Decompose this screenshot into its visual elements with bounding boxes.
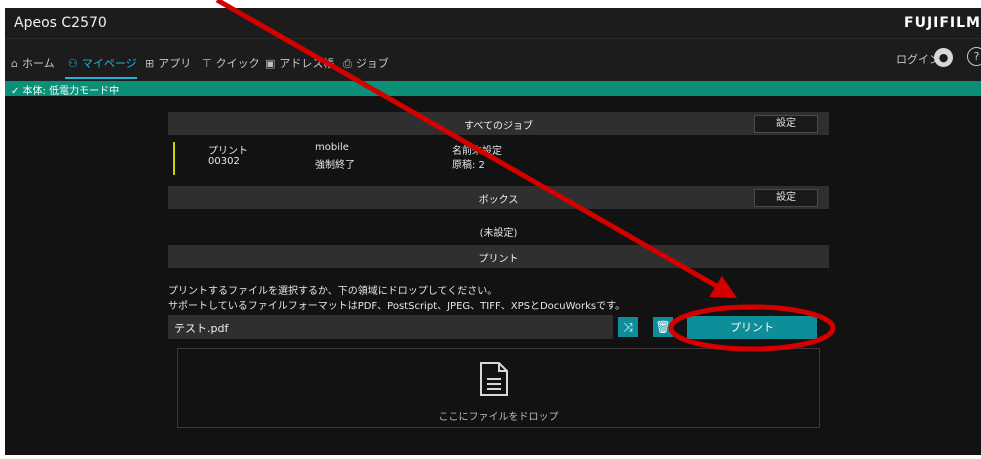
box-settings-button[interactable]: 設定 [754,189,818,207]
help-icon[interactable]: ? [967,47,981,66]
brand-logo: FUJIFILM [904,15,981,31]
job-type: プリント [208,146,248,157]
supported-formats: サポートしているファイルフォーマットはPDF、PostScript、JPEG、T… [168,301,626,312]
print-button[interactable]: プリント [687,316,817,339]
nav-jobs-label: ジョブ [355,57,389,70]
nav-address-book[interactable]: ▣ アドレス帳 [265,55,334,71]
nav-apps-label: アプリ [158,57,192,70]
nav-mypage[interactable]: ⚇ マイページ [68,55,137,71]
nav-apps[interactable]: ⊞ アプリ [145,55,191,71]
nav-jobs[interactable]: ⎙ ジョブ [343,55,389,71]
shuffle-icon[interactable]: ⤨ [618,317,638,337]
nav-quick-label: クイック [215,57,260,70]
all-jobs-settings-button[interactable]: 設定 [754,115,818,133]
nav-mypage-label: マイページ [81,57,137,70]
title-bar: Apeos C2570 FUJIFILM [5,8,981,38]
job-status-bar [173,142,175,175]
print-instruction: プリントするファイルを選択するか、下の領域にドロップしてください。 [168,286,498,297]
job-name: 名前未設定 [452,146,502,157]
job-user: mobile [315,142,349,153]
file-drop-zone[interactable]: ここにファイルをドロップ [177,348,820,428]
nav-home[interactable]: ⌂ ホーム [11,55,55,71]
file-name: テスト.pdf [174,322,229,335]
job-pages: 原稿: 2 [452,160,485,171]
user-icon: ⚇ [68,57,78,70]
status-text: ✓ 本体: 低電力モード中 [11,86,120,97]
drop-zone-text: ここにファイルをドロップ [438,412,559,423]
active-tab-indicator [65,77,137,79]
nav-quick[interactable]: ⊤ クイック [202,55,260,71]
file-name-field[interactable]: テスト.pdf [168,315,613,339]
address-book-icon: ▣ [265,57,276,70]
nav-address-book-label: アドレス帳 [279,57,335,70]
job-number: 00302 [208,156,240,167]
job-row[interactable]: プリント 00302 mobile 強制終了 名前未設定 原稿: 2 [168,139,829,175]
main-nav: ⌂ ホーム ⚇ マイページ ⊞ アプリ ⊤ クイック ▣ アドレス帳 ⎙ ジョブ ログイン … [5,38,981,81]
all-jobs-header: すべてのジョブ 設定 [168,112,829,135]
status-bar: ✓ 本体: 低電力モード中 [5,81,981,97]
nav-home-label: ホーム [21,57,55,70]
print-title: プリント [478,254,519,265]
job-state: 強制終了 [315,160,355,171]
document-icon [480,362,508,396]
print-header: プリント [168,245,829,268]
box-title: ボックス [478,195,519,206]
home-icon: ⌂ [11,57,18,70]
job-icon: ⎙ [343,57,352,70]
trash-icon[interactable]: 🗑 [653,317,673,337]
quick-icon: ⊤ [202,57,212,70]
all-jobs-title: すべてのジョブ [464,121,533,132]
box-value: (未設定) [479,228,518,239]
printer-web-ui: Apeos C2570 FUJIFILM ⌂ ホーム ⚇ マイページ ⊞ アプリ ⊤ ク… [5,8,981,455]
avatar-icon[interactable]: ● [934,48,953,67]
app-title: Apeos C2570 [14,15,107,31]
box-header: ボックス 設定 [168,186,829,209]
grid-icon: ⊞ [145,57,155,70]
